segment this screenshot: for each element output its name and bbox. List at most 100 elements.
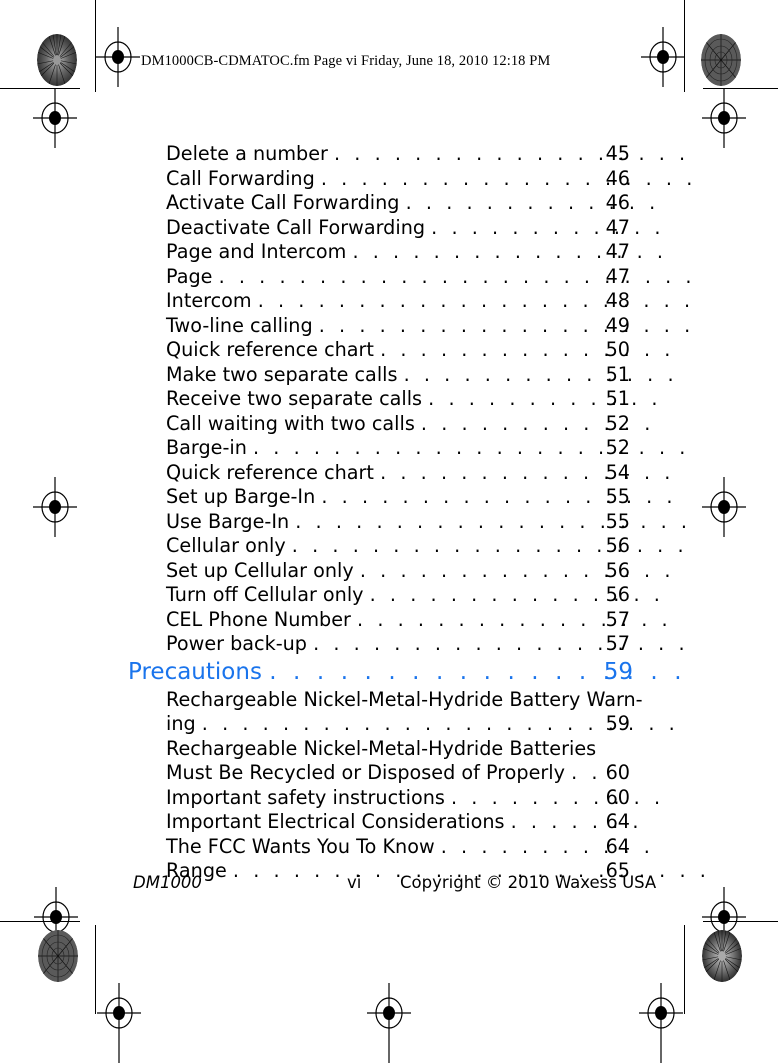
toc-entry-page-number: 52 (605, 436, 630, 459)
toc-entry-label: Quick reference chart (166, 338, 374, 361)
toc-entry-page-number: 64 (605, 834, 630, 858)
toc-entry-label: Activate Call Forwarding (166, 191, 400, 214)
toc-entry-page-number: 48 (605, 289, 630, 312)
trim-line-bottom-left-horizontal (0, 921, 80, 922)
footer-copyright: Copyright © 2010 Waxess USA (400, 873, 657, 892)
toc-entry-row[interactable]: Set up Barge-In . . . . . . . . . . . . … (0, 485, 778, 510)
toc-entry-page-number: 47 (605, 215, 630, 239)
toc-entry-row[interactable]: Activate Call Forwarding . . . . . . . .… (0, 191, 778, 216)
toc-entry-row[interactable]: Power back-up . . . . . . . . . . . . . … (0, 632, 778, 657)
trim-line-right-vertical (684, 0, 685, 92)
toc-entry-page-number: 64 (605, 810, 630, 833)
toc-entry-label: CEL Phone Number (166, 607, 351, 631)
toc-entry-row[interactable]: Cellular only . . . . . . . . . . . . . … (0, 534, 778, 559)
toc-entry-row[interactable]: The FCC Wants You To Know . . . . . . . … (0, 835, 778, 860)
toc-entry-page-number: 60 (605, 785, 630, 809)
toc-entry-page-number: 57 (605, 607, 630, 631)
toc-entry-row[interactable]: ing . . . . . . . . . . . . . . . . . . … (0, 712, 778, 737)
toc-entry-row[interactable]: Call Forwarding . . . . . . . . . . . . … (0, 167, 778, 192)
rosette-mark-bottom-right (702, 930, 742, 982)
toc-entry-page-number: 59 (605, 712, 630, 735)
toc-entry-label: Barge-in (166, 436, 247, 459)
registration-mark-bottom-left-inner (97, 983, 141, 1063)
file-header-line: DM1000CB-CDMATOC.fm Page vi Friday, June… (141, 53, 551, 69)
registration-mark-top-left-inner (96, 27, 140, 87)
toc-entry-row[interactable]: Quick reference chart . . . . . . . . . … (0, 461, 778, 486)
toc-entry-page-number: 47 (605, 240, 630, 263)
toc-entry-page-number: 60 (605, 761, 630, 784)
toc-entry-row[interactable]: Rechargeable Nickel-Metal-Hydride Batter… (0, 737, 778, 762)
toc-entry-label: Deactivate Call Forwarding (166, 215, 426, 239)
toc-entry-label: Important safety instructions (166, 785, 445, 809)
footer-document-id: DM1000 (133, 873, 202, 892)
registration-mark-bottom-right-inner (639, 983, 683, 1063)
toc-entry-page-number: 55 (605, 485, 630, 508)
toc-entry-page-number: 47 (605, 264, 630, 288)
toc-entry-label: Precautions (128, 658, 262, 685)
toc-entry-row[interactable]: Intercom . . . . . . . . . . . . . . . .… (0, 289, 778, 314)
toc-entry-row[interactable]: Page and Intercom . . . . . . . . . . . … (0, 240, 778, 265)
toc-entry-label: Turn off Cellular only (166, 583, 364, 606)
toc-entry-label: Page and Intercom (166, 240, 347, 263)
toc-entry-page-number: 56 (605, 534, 630, 557)
toc-entry-label: Delete a number (166, 142, 328, 165)
toc-entry-label: Make two separate calls (166, 362, 398, 386)
toc-entry-page-number: 52 (605, 411, 630, 435)
toc-entry-label: Use Barge-In (166, 509, 290, 533)
toc-entry-page-number: 46 (605, 191, 630, 214)
toc-entry-row[interactable]: Receive two separate calls . . . . . . .… (0, 387, 778, 412)
toc-entry-page-number: 49 (605, 313, 630, 337)
trim-line-bottom-right-horizontal (703, 921, 778, 922)
toc-entry-row[interactable]: Barge-in . . . . . . . . . . . . . . . .… (0, 436, 778, 461)
trim-line-left-vertical (95, 0, 96, 92)
registration-mark-top-right-outer (702, 88, 746, 148)
toc-entry-label: Page (166, 264, 213, 288)
toc-entry-label: Set up Barge-In (166, 485, 316, 508)
toc-entry-label: Power back-up (166, 632, 307, 655)
toc-entry-label: Rechargeable Nickel-Metal-Hydride Batter… (166, 687, 643, 711)
toc-entry-row[interactable]: Important safety instructions . . . . . … (0, 786, 778, 811)
toc-entry-row[interactable]: Deactivate Call Forwarding . . . . . . .… (0, 216, 778, 241)
toc-entry-label: Two-line calling (166, 313, 313, 337)
toc-entry-label: Quick reference chart (166, 460, 374, 484)
toc-entry-row[interactable]: Use Barge-In . . . . . . . . . . . . . .… (0, 510, 778, 535)
toc-entry-page-number: 45 (605, 142, 630, 165)
toc-entry-row[interactable]: Delete a number . . . . . . . . . . . . … (0, 142, 778, 167)
toc-entry-row[interactable]: Make two separate calls . . . . . . . . … (0, 363, 778, 388)
registration-mark-top-left-outer (33, 88, 77, 148)
toc-entry-label: Call waiting with two calls (166, 411, 415, 435)
trim-line-left-vertical-bottom (95, 925, 96, 1014)
toc-chapter-row[interactable]: Precautions . . . . . . . . . . . . . . … (0, 657, 778, 688)
toc-entry-page-number: 59 (603, 658, 633, 685)
toc-entry-label: Set up Cellular only (166, 558, 354, 582)
toc-entry-page-number: 51 (605, 387, 630, 410)
registration-mark-bottom-left-outer (34, 887, 78, 947)
toc-entry-row[interactable]: Page . . . . . . . . . . . . . . . . . .… (0, 265, 778, 290)
toc-entry-row[interactable]: Set up Cellular only . . . . . . . . . .… (0, 559, 778, 584)
toc-entry-page-number: 54 (605, 460, 630, 484)
toc-entry-row[interactable]: Rechargeable Nickel-Metal-Hydride Batter… (0, 688, 778, 713)
registration-mark-bottom-right-outer (702, 887, 746, 947)
rosette-mark-top-right (701, 34, 741, 86)
toc-entry-label: Receive two separate calls (166, 387, 423, 410)
toc-entry-label: Rechargeable Nickel-Metal-Hydride Batter… (166, 736, 597, 760)
footer-page-number: vi (347, 873, 362, 892)
toc-entry-page-number: 50 (605, 338, 630, 361)
toc-entry-row[interactable]: Turn off Cellular only . . . . . . . . .… (0, 583, 778, 608)
registration-mark-top-right-inner (641, 27, 685, 87)
toc-entry-row[interactable]: Quick reference chart . . . . . . . . . … (0, 338, 778, 363)
table-of-contents: Delete a number . . . . . . . . . . . . … (0, 142, 778, 884)
toc-entry-row[interactable]: Call waiting with two calls . . . . . . … (0, 412, 778, 437)
toc-entry-label: Cellular only (166, 534, 286, 557)
toc-entry-row[interactable]: Must Be Recycled or Disposed of Properly… (0, 761, 778, 786)
registration-mark-bottom-center (367, 983, 411, 1063)
toc-entry-label: ing (166, 712, 196, 735)
toc-entry-page-number: 51 (605, 362, 630, 386)
toc-entry-row[interactable]: Important Electrical Considerations . . … (0, 810, 778, 835)
toc-entry-label: The FCC Wants You To Know (166, 834, 435, 858)
toc-entry-row[interactable]: Two-line calling . . . . . . . . . . . .… (0, 314, 778, 339)
toc-entry-row[interactable]: CEL Phone Number . . . . . . . . . . . .… (0, 608, 778, 633)
toc-entry-page-number: 46 (605, 166, 630, 190)
toc-entry-label: Call Forwarding (166, 166, 315, 190)
toc-entry-page-number: 57 (605, 632, 630, 655)
